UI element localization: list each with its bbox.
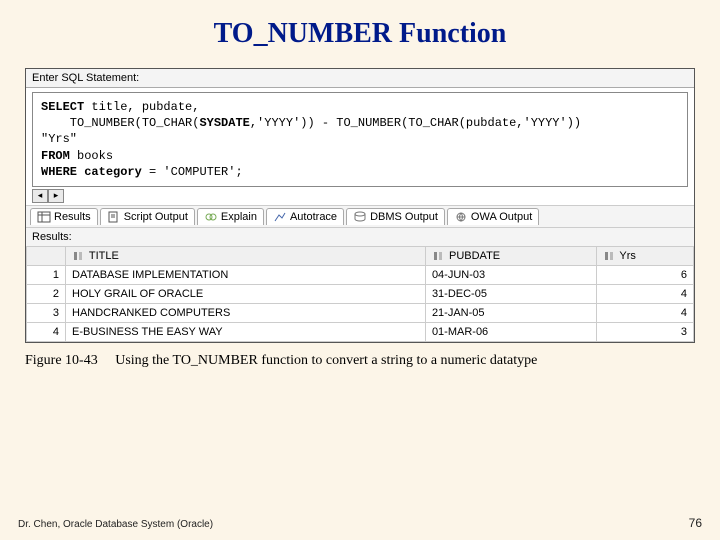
tab-label: Explain (221, 211, 257, 223)
column-header-label: TITLE (89, 250, 119, 262)
column-header-label: Yrs (619, 250, 636, 262)
script-output-icon (107, 211, 121, 223)
column-icon (72, 250, 84, 262)
tab-label: OWA Output (471, 211, 532, 223)
sql-text: title, pubdate, (84, 100, 199, 114)
slide-number: 76 (689, 516, 702, 530)
table-row[interactable]: 1 DATABASE IMPLEMENTATION 04-JUN-03 6 (27, 266, 694, 285)
cell-rownum: 1 (27, 266, 66, 285)
table-row[interactable]: 2 HOLY GRAIL OF ORACLE 31-DEC-05 4 (27, 285, 694, 304)
tab-label: DBMS Output (370, 211, 438, 223)
slide-title: TO_NUMBER Function (25, 18, 695, 50)
tab-autotrace[interactable]: Autotrace (266, 208, 344, 225)
cell-pubdate: 31-DEC-05 (425, 285, 596, 304)
cell-rownum: 4 (27, 323, 66, 342)
cell-title: DATABASE IMPLEMENTATION (66, 266, 426, 285)
sql-keyword-select: SELECT (41, 100, 84, 114)
sql-text: = 'COMPUTER'; (142, 165, 243, 179)
cell-yrs: 4 (596, 304, 693, 323)
sql-keyword-category: category (84, 165, 142, 179)
column-header-yrs[interactable]: Yrs (596, 246, 693, 265)
cell-pubdate: 01-MAR-06 (425, 323, 596, 342)
column-header-label: PUBDATE (449, 250, 500, 262)
horizontal-scroll-controls: ◂ ▸ (26, 189, 694, 205)
tab-label: Results (54, 211, 91, 223)
sql-statement-area[interactable]: SELECT title, pubdate, TO_NUMBER(TO_CHAR… (32, 92, 688, 187)
explain-icon (204, 211, 218, 223)
sql-text: TO_NUMBER(TO_CHAR( (41, 116, 199, 130)
autotrace-icon (273, 211, 287, 223)
sql-developer-window: Enter SQL Statement: SELECT title, pubda… (25, 68, 695, 343)
table-header-row: TITLE PUBDATE Yrs (27, 246, 694, 265)
column-icon (603, 250, 615, 262)
sql-keyword-sysdate: SYSDATE (199, 116, 249, 130)
sql-prompt-label: Enter SQL Statement: (26, 69, 694, 88)
scroll-right-button[interactable]: ▸ (48, 189, 64, 203)
tab-owa-output[interactable]: OWA Output (447, 208, 539, 225)
column-icon (432, 250, 444, 262)
sql-keyword-where: WHERE (41, 165, 77, 179)
tab-results[interactable]: Results (30, 208, 98, 225)
footer-author: Dr. Chen, Oracle Database System (Oracle… (18, 519, 213, 530)
column-header-pubdate[interactable]: PUBDATE (425, 246, 596, 265)
cell-rownum: 2 (27, 285, 66, 304)
table-row[interactable]: 3 HANDCRANKED COMPUTERS 21-JAN-05 4 (27, 304, 694, 323)
sql-text: ,'YYYY')) - TO_NUMBER(TO_CHAR(pubdate,'Y… (250, 116, 581, 130)
dbms-output-icon (353, 211, 367, 223)
tab-dbms-output[interactable]: DBMS Output (346, 208, 445, 225)
figure-description: Using the TO_NUMBER function to convert … (115, 353, 537, 368)
column-header-rownum[interactable] (27, 246, 66, 265)
cell-title: E-BUSINESS THE EASY WAY (66, 323, 426, 342)
tab-explain[interactable]: Explain (197, 208, 264, 225)
figure-number: Figure 10-43 (25, 353, 98, 368)
results-table: TITLE PUBDATE Yrs 1 DATABASE IMPLEMENTAT… (26, 246, 694, 342)
sql-keyword-from: FROM (41, 149, 70, 163)
cell-rownum: 3 (27, 304, 66, 323)
tab-script-output[interactable]: Script Output (100, 208, 195, 225)
owa-output-icon (454, 211, 468, 223)
scroll-left-button[interactable]: ◂ (32, 189, 48, 203)
tab-label: Script Output (124, 211, 188, 223)
results-label: Results: (26, 227, 694, 246)
column-header-title[interactable]: TITLE (66, 246, 426, 265)
cell-yrs: 3 (596, 323, 693, 342)
output-tabs: Results Script Output Explain Autotrace … (26, 205, 694, 227)
table-row[interactable]: 4 E-BUSINESS THE EASY WAY 01-MAR-06 3 (27, 323, 694, 342)
tab-label: Autotrace (290, 211, 337, 223)
cell-title: HOLY GRAIL OF ORACLE (66, 285, 426, 304)
results-icon (37, 211, 51, 223)
cell-yrs: 4 (596, 285, 693, 304)
cell-yrs: 6 (596, 266, 693, 285)
cell-title: HANDCRANKED COMPUTERS (66, 304, 426, 323)
cell-pubdate: 21-JAN-05 (425, 304, 596, 323)
sql-text: books (70, 149, 113, 163)
sql-text: "Yrs" (41, 132, 77, 146)
figure-caption: Figure 10-43 Using the TO_NUMBER functio… (25, 353, 695, 369)
cell-pubdate: 04-JUN-03 (425, 266, 596, 285)
